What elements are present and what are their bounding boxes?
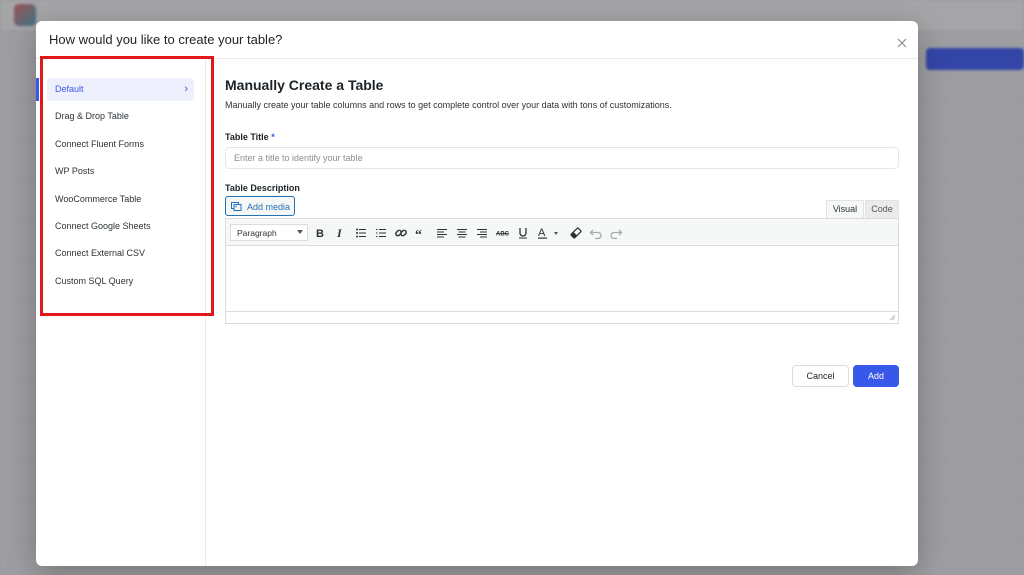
cancel-button[interactable]: Cancel	[792, 365, 849, 387]
sidebar-item-custom-sql-query[interactable]: Custom SQL Query	[47, 270, 194, 297]
sidebar-item-label: Connect Google Sheets	[55, 220, 151, 231]
sidebar-item-connect-google-sheets[interactable]: Connect Google Sheets	[47, 215, 194, 242]
redo-icon[interactable]	[608, 225, 624, 241]
align-right-icon[interactable]	[474, 225, 490, 241]
svg-text:B: B	[316, 228, 324, 240]
sidebar-item-default[interactable]: Default ›	[47, 78, 194, 101]
modal-title: How would you like to create your table?	[49, 32, 283, 47]
media-icon	[231, 202, 242, 211]
active-indicator	[36, 78, 39, 101]
underline-icon[interactable]	[515, 225, 531, 241]
resize-handle-icon[interactable]	[889, 314, 896, 321]
close-icon[interactable]	[896, 36, 908, 48]
sidebar-item-woocommerce-table[interactable]: WooCommerce Table	[47, 188, 194, 215]
strikethrough-icon[interactable]: ABC	[495, 225, 511, 241]
sidebar-item-drag-drop-table[interactable]: Drag & Drop Table	[47, 105, 194, 132]
italic-icon[interactable]: I	[332, 225, 348, 241]
chevron-right-icon: ›	[184, 83, 188, 95]
editor-content-area[interactable]	[226, 246, 898, 311]
svg-text:“: “	[415, 228, 422, 241]
format-select-value: Paragraph	[237, 228, 277, 238]
svg-text:ABC: ABC	[496, 232, 510, 238]
blockquote-icon[interactable]: “	[413, 225, 429, 243]
tab-code[interactable]: Code	[865, 200, 899, 218]
table-title-input[interactable]	[225, 147, 899, 169]
text-color-icon[interactable]: A	[536, 225, 560, 241]
editor-toolbar: Paragraph B I “ ABC A	[226, 219, 898, 246]
bullet-list-icon[interactable]	[353, 225, 369, 241]
align-center-icon[interactable]	[454, 225, 470, 241]
sidebar: Default › Drag & Drop Table Connect Flue…	[36, 59, 206, 566]
link-icon[interactable]	[393, 225, 409, 241]
bold-icon[interactable]: B	[312, 225, 328, 241]
undo-icon[interactable]	[588, 225, 604, 241]
sidebar-item-wp-posts[interactable]: WP Posts	[47, 160, 194, 187]
add-media-button[interactable]: Add media	[225, 196, 295, 216]
align-left-icon[interactable]	[434, 225, 450, 241]
sidebar-item-label: Connect Fluent Forms	[55, 138, 145, 149]
eraser-icon[interactable]	[568, 225, 584, 241]
main-panel: Manually Create a Table Manually create …	[225, 59, 899, 566]
svg-text:A: A	[538, 227, 546, 239]
sidebar-item-connect-external-csv[interactable]: Connect External CSV	[47, 242, 194, 269]
sidebar-item-label: Drag & Drop Table	[55, 111, 129, 122]
table-title-label: Table Title *	[225, 132, 275, 142]
description-editor: Paragraph B I “ ABC A	[225, 218, 899, 324]
caret-down-icon	[297, 230, 303, 234]
sidebar-item-label: Connect External CSV	[55, 248, 146, 259]
sidebar-item-label: WooCommerce Table	[55, 193, 142, 204]
sidebar-item-label: Custom SQL Query	[55, 275, 134, 286]
svg-text:I: I	[336, 226, 343, 240]
tab-visual[interactable]: Visual	[826, 200, 864, 218]
create-table-modal: How would you like to create your table?…	[36, 21, 918, 566]
sidebar-item-label: WP Posts	[55, 166, 95, 177]
sidebar-menu: Default › Drag & Drop Table Connect Flue…	[47, 78, 194, 297]
format-select[interactable]: Paragraph	[230, 224, 308, 241]
add-button[interactable]: Add	[853, 365, 899, 387]
table-description-label: Table Description	[225, 183, 300, 193]
numbered-list-icon[interactable]	[373, 225, 389, 241]
sidebar-item-label: Default	[55, 84, 84, 94]
table-title-label-text: Table Title	[225, 132, 269, 142]
required-mark: *	[271, 132, 275, 142]
page-subtitle: Manually create your table columns and r…	[225, 100, 672, 110]
sidebar-item-connect-fluent-forms[interactable]: Connect Fluent Forms	[47, 133, 194, 160]
modal-header: How would you like to create your table?	[36, 21, 918, 59]
editor-status-bar	[226, 311, 898, 323]
add-media-label: Add media	[247, 202, 291, 212]
page-title: Manually Create a Table	[225, 77, 384, 93]
